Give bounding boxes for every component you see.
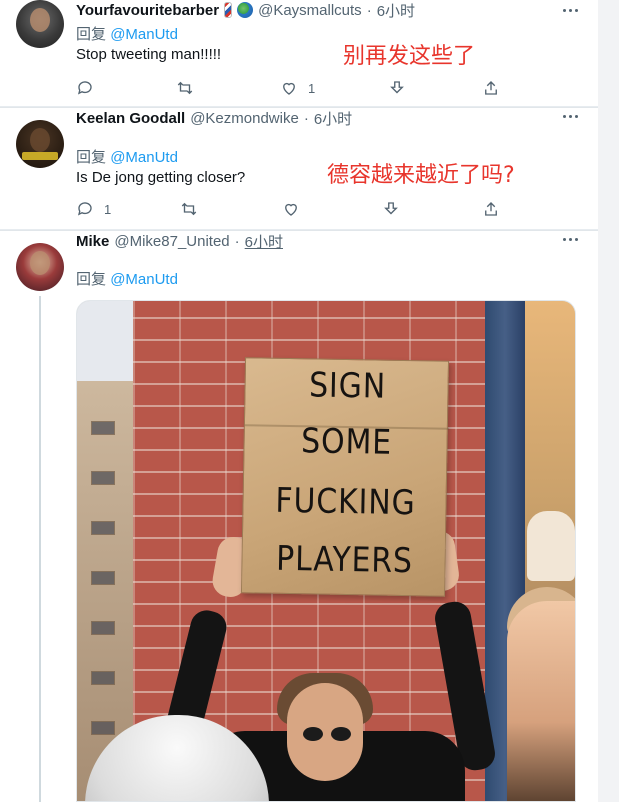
sign-line: FUCKING xyxy=(275,480,416,524)
reply-button[interactable]: 1 xyxy=(76,199,111,219)
translation-annotation: 别再发这些了 xyxy=(343,44,476,69)
heart-icon xyxy=(283,82,295,95)
tweet-actions: 1 xyxy=(76,199,516,219)
tweet-text: Is De jong getting closer? xyxy=(76,169,246,186)
like-button[interactable]: 1 xyxy=(280,78,315,98)
sign-line: SIGN xyxy=(308,365,387,407)
separator-dot: · xyxy=(366,1,372,19)
like-button[interactable] xyxy=(282,199,310,219)
retweet-button[interactable] xyxy=(176,78,194,98)
timestamp[interactable]: 6小时 xyxy=(314,108,352,129)
more-options-icon[interactable] xyxy=(560,108,580,124)
tweet-header: Yourfavouritebarber @Kaysmallcuts · 6小时 xyxy=(76,0,415,20)
timestamp[interactable]: 6小时 xyxy=(245,231,283,252)
reply-prefix: 回复 xyxy=(76,271,107,288)
right-gutter xyxy=(598,0,619,802)
reply-prefix: 回复 xyxy=(76,149,107,166)
sign-line: SOME xyxy=(300,421,393,463)
download-button[interactable] xyxy=(388,78,406,98)
reply-context: 回复 @ManUtd xyxy=(76,23,178,44)
download-arrow-icon xyxy=(390,81,404,94)
tweet-header: Mike @Mike87_United · 6小时 xyxy=(76,231,283,251)
reply-context: 回复 @ManUtd xyxy=(76,146,178,167)
share-button[interactable] xyxy=(482,199,500,219)
retweet-arrows-icon xyxy=(177,81,193,95)
sign-line: PLAYERS xyxy=(275,538,414,582)
display-name[interactable]: Yourfavouritebarber xyxy=(76,2,219,19)
avatar[interactable] xyxy=(16,243,64,291)
display-name[interactable]: Mike xyxy=(76,233,109,250)
display-name[interactable]: Keelan Goodall xyxy=(76,110,185,127)
thread-line xyxy=(39,296,41,802)
timestamp[interactable]: 6小时 xyxy=(377,0,415,21)
like-count: 1 xyxy=(308,80,316,96)
reply-count: 1 xyxy=(104,201,112,217)
reply-button[interactable] xyxy=(76,78,104,98)
user-handle[interactable]: @Kezmondwike xyxy=(190,110,299,127)
speech-bubble-icon xyxy=(77,202,92,216)
share-upload-icon xyxy=(485,81,497,95)
globe-emoji-icon xyxy=(237,2,254,18)
separator-dot: · xyxy=(234,232,240,250)
user-handle[interactable]: @Kaysmallcuts xyxy=(258,2,362,19)
avatar[interactable] xyxy=(16,120,64,168)
mention-link[interactable]: @ManUtd xyxy=(110,271,178,288)
separator-dot: · xyxy=(303,109,309,127)
user-handle[interactable]: @Mike87_United xyxy=(114,233,229,250)
reply-context: 回复 @ManUtd xyxy=(76,268,178,289)
bystander xyxy=(507,601,575,801)
tweet-actions: 1 xyxy=(76,78,516,98)
download-button[interactable] xyxy=(382,199,400,219)
share-button[interactable] xyxy=(482,78,500,98)
mention-link[interactable]: @ManUtd xyxy=(110,26,178,43)
cardboard-sign: SIGN SOME FUCKING PLAYERS xyxy=(240,357,450,597)
more-options-icon[interactable] xyxy=(560,2,580,18)
retweet-arrows-icon xyxy=(181,202,197,216)
speech-bubble-icon xyxy=(77,81,92,95)
tweet-text: Stop tweeting man!!!!! xyxy=(76,46,222,63)
mention-link[interactable]: @ManUtd xyxy=(110,149,178,166)
translation-annotation: 德容越来越近了吗? xyxy=(327,163,515,188)
timeline-feed: Yourfavouritebarber @Kaysmallcuts · 6小时 … xyxy=(0,0,598,802)
retweet-button[interactable] xyxy=(180,199,198,219)
sunglasses xyxy=(303,727,351,741)
heart-icon xyxy=(285,203,297,216)
share-upload-icon xyxy=(485,202,497,216)
barber-pole-emoji-icon xyxy=(224,2,233,18)
more-options-icon[interactable] xyxy=(560,231,580,247)
tweet-photo[interactable]: SIGN SOME FUCKING PLAYERS xyxy=(76,300,576,802)
download-arrow-icon xyxy=(384,202,398,215)
reply-prefix: 回复 xyxy=(76,26,107,43)
tweet-header: Keelan Goodall @Kezmondwike · 6小时 xyxy=(76,108,352,128)
avatar[interactable] xyxy=(16,0,64,48)
